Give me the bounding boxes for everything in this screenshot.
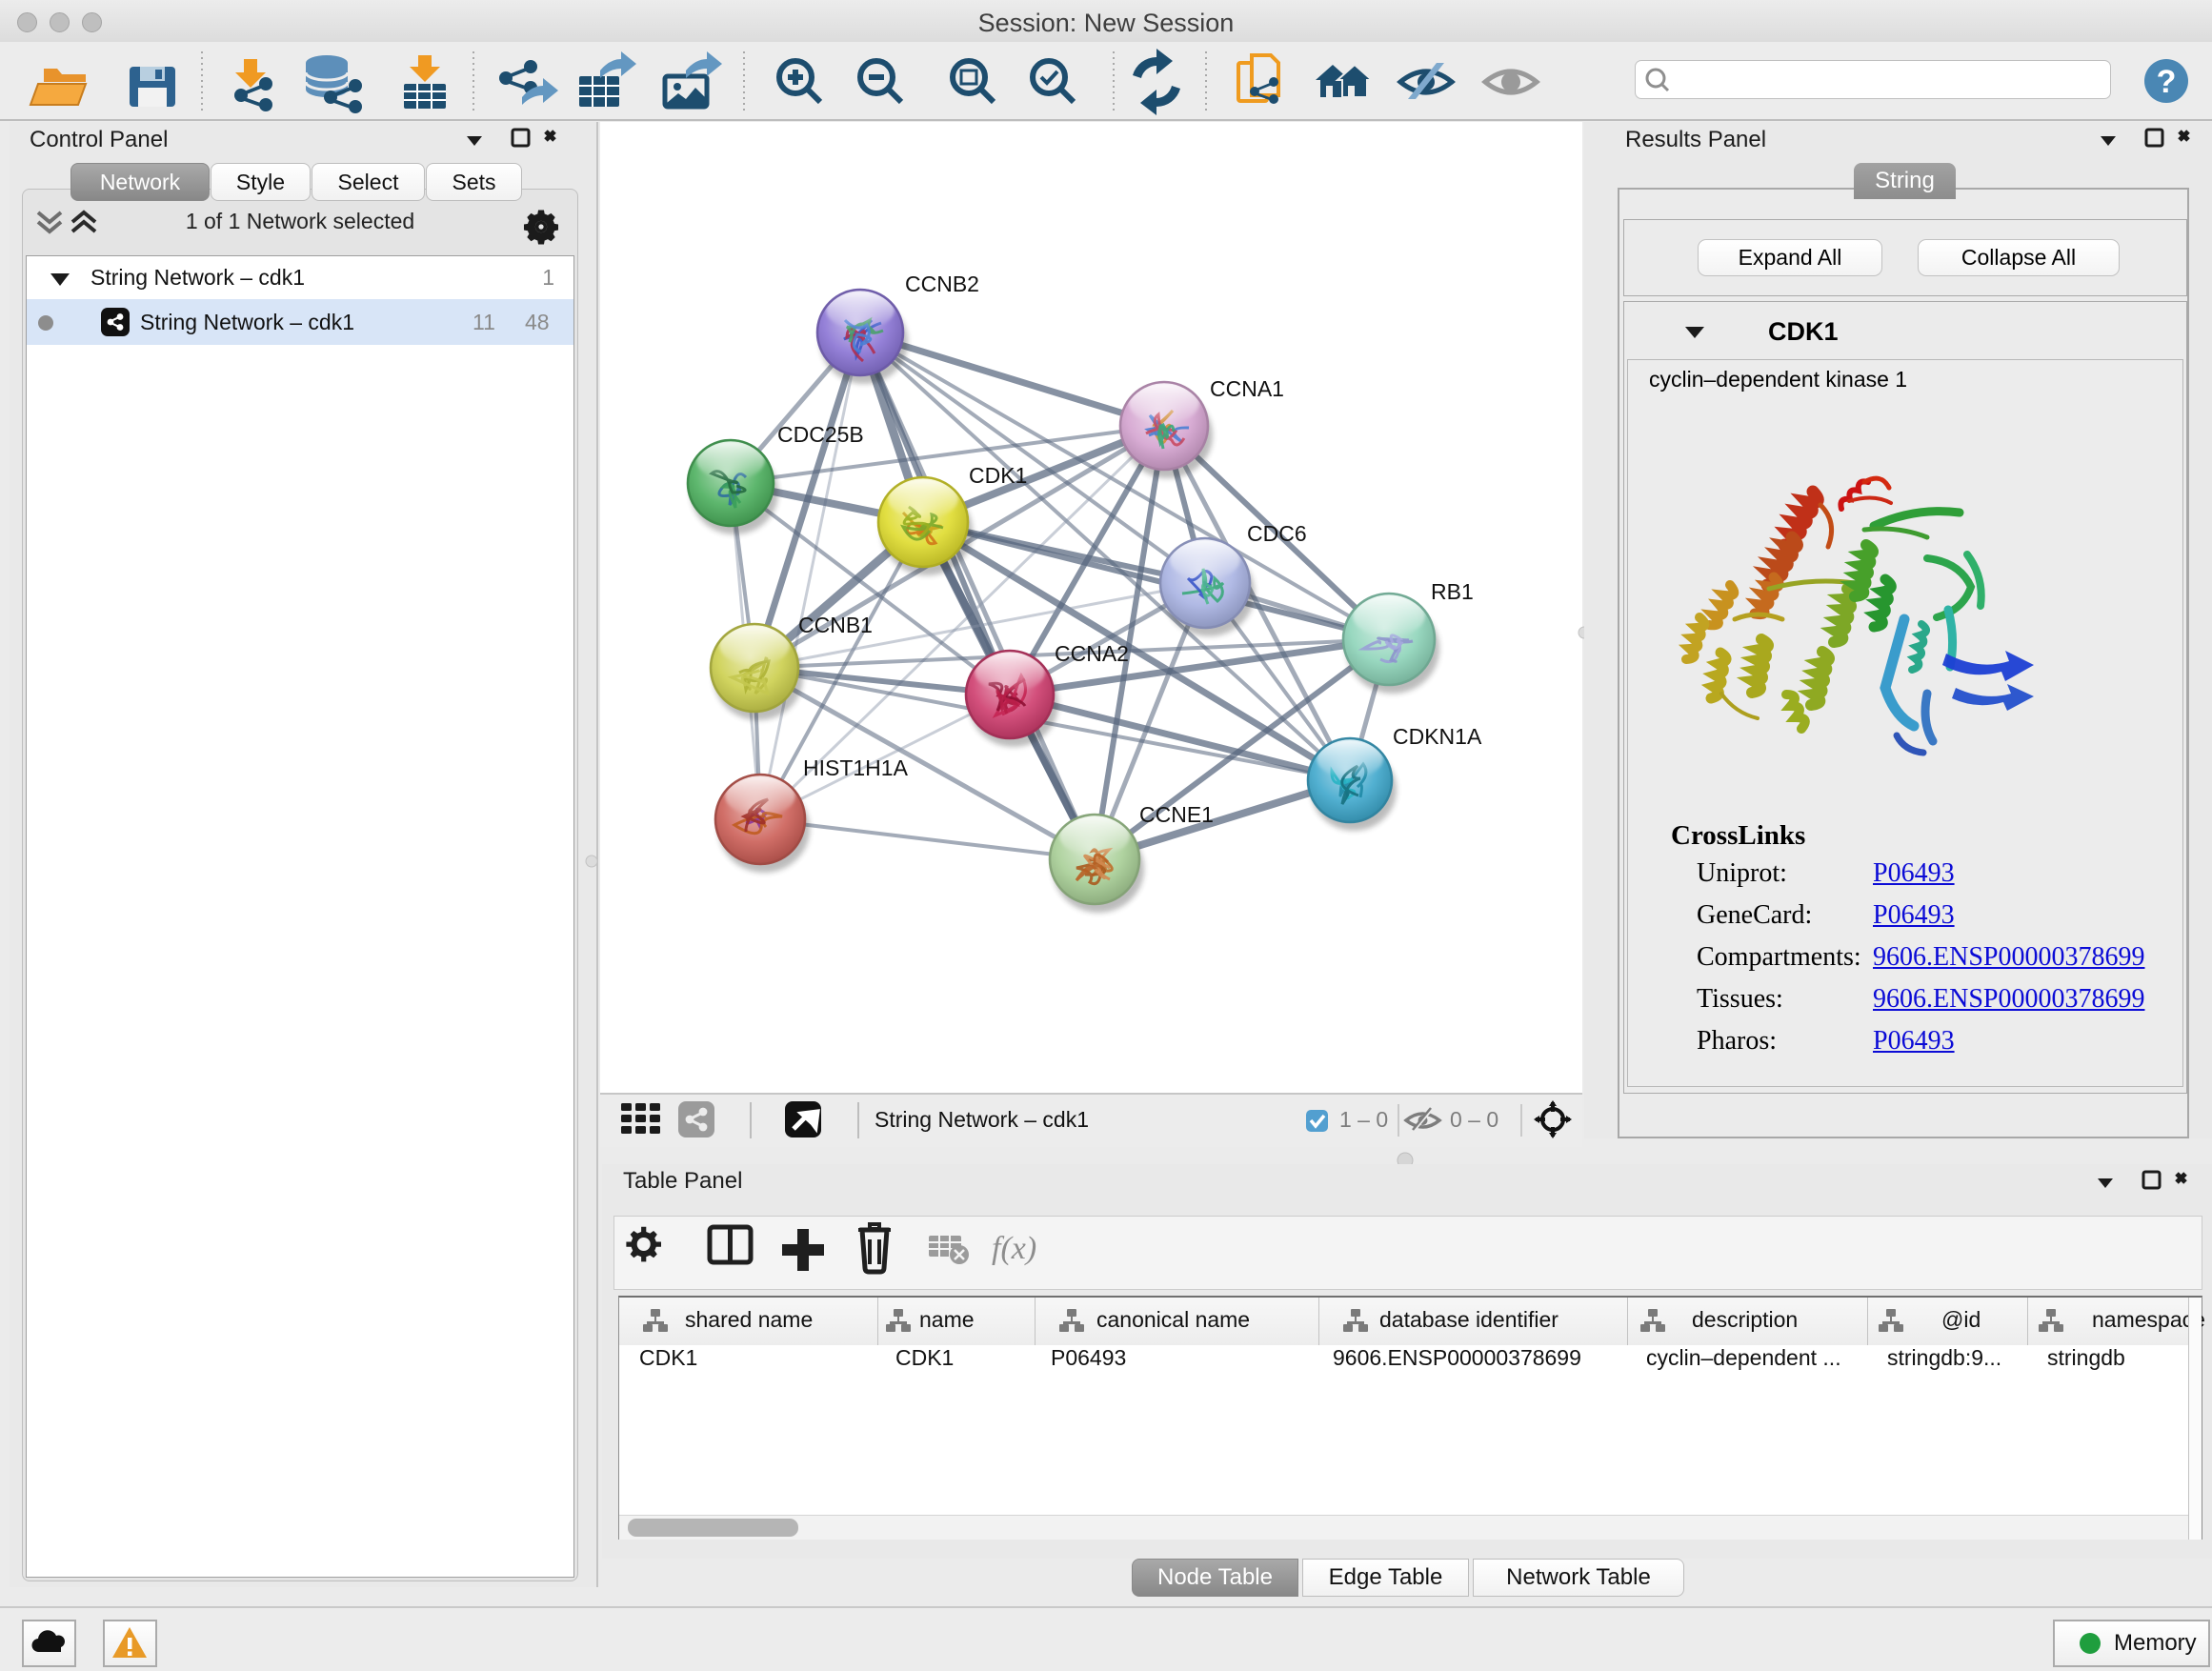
svg-text:HIST1H1A: HIST1H1A <box>803 755 909 780</box>
svg-text:String Network – cdk1: String Network – cdk1 <box>875 1107 1089 1132</box>
svg-text:CCNA2: CCNA2 <box>1055 641 1129 666</box>
svg-text:CCNB2: CCNB2 <box>905 272 979 296</box>
svg-text:0 – 0: 0 – 0 <box>1450 1107 1498 1132</box>
svg-text:CCNA1: CCNA1 <box>1210 376 1284 401</box>
svg-text:RB1: RB1 <box>1431 579 1474 604</box>
svg-text:CDC6: CDC6 <box>1247 521 1307 546</box>
svg-text:CDC25B: CDC25B <box>777 422 864 447</box>
svg-text:CCNB1: CCNB1 <box>798 613 873 637</box>
svg-text:CDK1: CDK1 <box>969 463 1027 488</box>
svg-text:f(x): f(x) <box>992 1231 1036 1266</box>
svg-text:CCNE1: CCNE1 <box>1139 802 1214 827</box>
svg-text:CDKN1A: CDKN1A <box>1393 724 1482 749</box>
svg-text:?: ? <box>2157 64 2177 100</box>
svg-text:1 – 0: 1 – 0 <box>1339 1107 1388 1132</box>
